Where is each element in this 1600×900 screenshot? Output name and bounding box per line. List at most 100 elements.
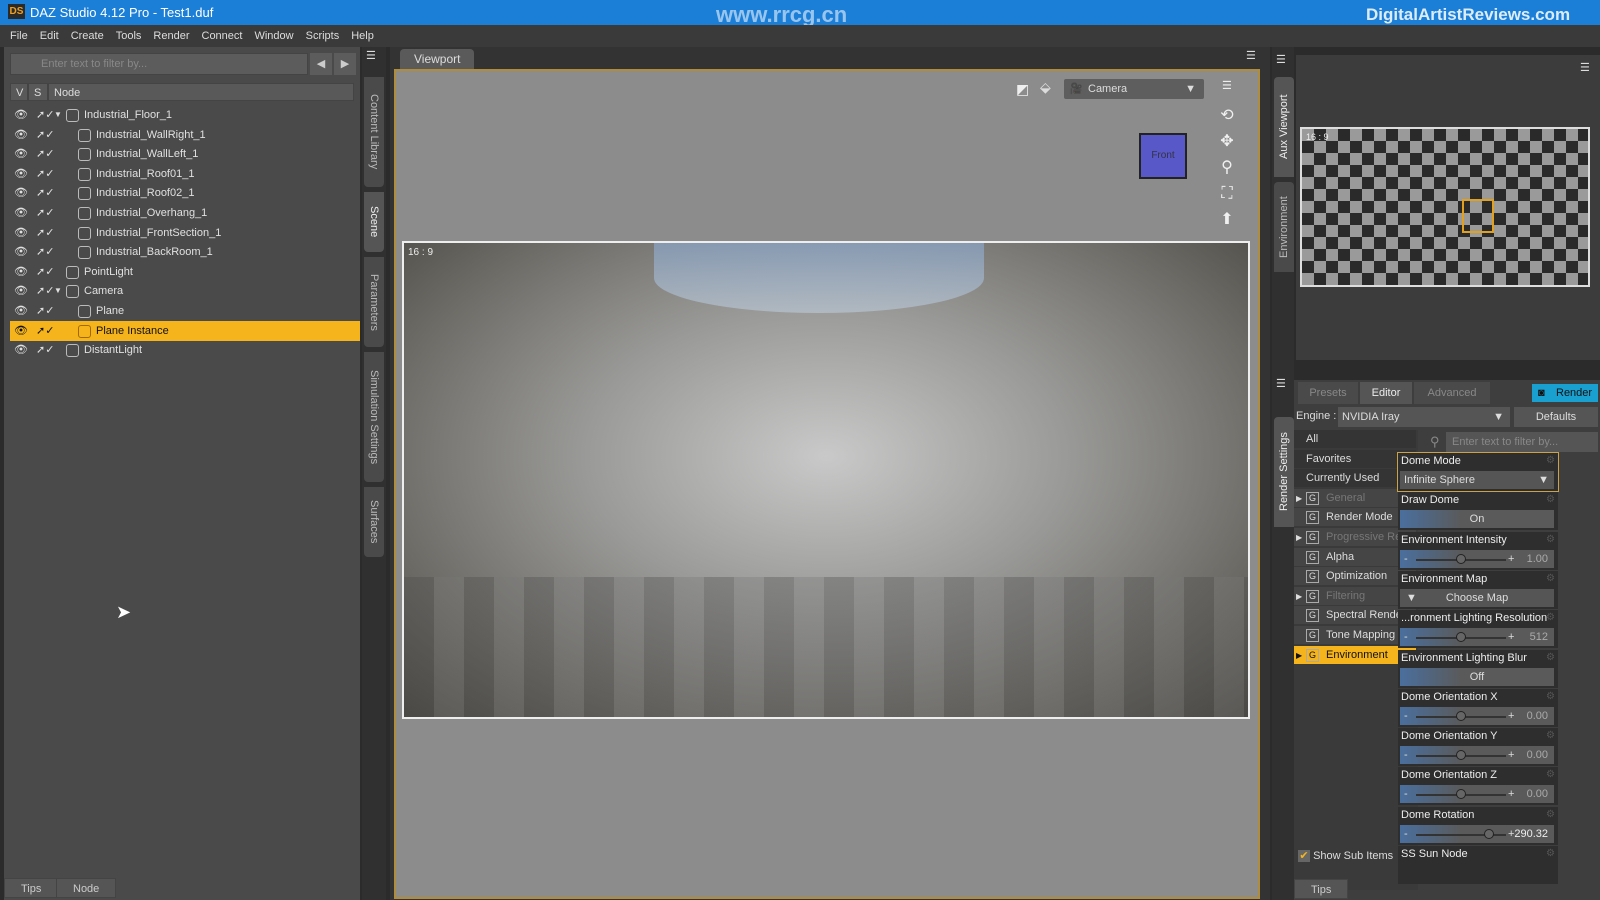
aux-menu-icon[interactable]: ☰ xyxy=(1580,61,1590,74)
dome-mode-select[interactable]: Infinite Sphere ▼ xyxy=(1400,471,1554,489)
slider-knob[interactable] xyxy=(1483,828,1494,839)
draw-style-icon[interactable]: ◩ xyxy=(1016,81,1029,98)
menu-render[interactable]: Render xyxy=(147,25,195,47)
tab-parameters[interactable]: Parameters xyxy=(364,257,384,347)
gear-icon[interactable]: ⚙ xyxy=(1546,730,1555,741)
expand-arrow-icon[interactable]: ▶ xyxy=(1296,528,1302,547)
engine-select[interactable]: NVIDIA Iray ▼ xyxy=(1338,407,1510,427)
orbit-icon[interactable]: ⟲ xyxy=(1216,105,1238,127)
selectable-cursor-icon[interactable]: ➚✓ xyxy=(36,105,54,125)
value-slider[interactable]: - +512 xyxy=(1400,628,1554,647)
visibility-eye-icon[interactable]: 👁 xyxy=(14,183,28,203)
scene-node[interactable]: 👁 ➚✓ Industrial_FrontSection_1 xyxy=(10,223,360,243)
selectable-cursor-icon[interactable]: ➚✓ xyxy=(36,144,54,164)
visibility-eye-icon[interactable]: 👁 xyxy=(14,144,28,164)
panel-menu-icon[interactable]: ☰ xyxy=(1276,377,1286,390)
forward-button[interactable]: ▶ xyxy=(334,53,356,75)
slider-value[interactable]: 290.32 xyxy=(1514,825,1548,843)
gear-icon[interactable]: ⚙ xyxy=(1546,691,1555,702)
tab-editor[interactable]: Editor xyxy=(1360,382,1412,404)
plus-icon[interactable]: + xyxy=(1508,785,1514,803)
menu-create[interactable]: Create xyxy=(65,25,110,47)
menu-file[interactable]: File xyxy=(4,25,34,47)
value-slider[interactable]: - +1.00 xyxy=(1400,549,1554,568)
scene-node[interactable]: 👁 ➚✓ ▼ Industrial_Floor_1 xyxy=(10,105,360,125)
tab-advanced[interactable]: Advanced xyxy=(1414,382,1490,404)
gear-icon[interactable]: ⚙ xyxy=(1546,809,1555,820)
visibility-eye-icon[interactable]: 👁 xyxy=(14,321,28,341)
tab-render-settings[interactable]: Render Settings xyxy=(1274,417,1294,527)
menu-window[interactable]: Window xyxy=(248,25,299,47)
scene-node[interactable]: 👁 ➚✓ Industrial_BackRoom_1 xyxy=(10,242,360,262)
visibility-eye-icon[interactable]: 👁 xyxy=(14,203,28,223)
options-menu-icon[interactable]: ☰ xyxy=(1222,79,1232,92)
slider-knob[interactable] xyxy=(1456,789,1466,800)
slider-value[interactable]: 0.00 xyxy=(1527,707,1548,725)
visibility-eye-icon[interactable]: 👁 xyxy=(14,262,28,282)
expand-arrow-icon[interactable]: ▼ xyxy=(54,281,62,301)
pan-icon[interactable]: ✥ xyxy=(1216,131,1238,153)
slider-knob[interactable] xyxy=(1456,553,1466,564)
frame-icon[interactable]: ⛶ xyxy=(1216,183,1238,205)
visibility-eye-icon[interactable]: 👁 xyxy=(14,125,28,145)
toggle-button[interactable]: Off xyxy=(1400,667,1554,686)
selectable-cursor-icon[interactable]: ➚✓ xyxy=(36,183,54,203)
selectable-cursor-icon[interactable]: ➚✓ xyxy=(36,125,54,145)
panel-menu-icon[interactable]: ☰ xyxy=(1276,53,1286,66)
gear-icon[interactable]: ⚙ xyxy=(1546,455,1555,466)
gear-icon[interactable]: ⚙ xyxy=(1546,652,1555,663)
column-selectable[interactable]: S xyxy=(28,83,48,101)
selectable-cursor-icon[interactable]: ➚✓ xyxy=(36,223,54,243)
visibility-eye-icon[interactable]: 👁 xyxy=(14,340,28,360)
back-button[interactable]: ◀ xyxy=(310,53,332,75)
gear-icon[interactable]: ⚙ xyxy=(1546,612,1555,623)
show-sub-items-checkbox[interactable]: ✔ Show Sub Items xyxy=(1298,850,1393,862)
column-node[interactable]: Node xyxy=(48,83,354,101)
minus-icon[interactable]: - xyxy=(1404,707,1408,725)
slider-value[interactable]: 512 xyxy=(1530,628,1548,646)
slider-knob[interactable] xyxy=(1456,632,1466,643)
menu-tools[interactable]: Tools xyxy=(110,25,148,47)
panel-menu-icon[interactable]: ☰ xyxy=(366,49,376,62)
tab-simulation-settings[interactable]: Simulation Settings xyxy=(364,352,384,482)
reset-view-icon[interactable]: ⬆ xyxy=(1216,209,1238,231)
value-slider[interactable]: - +0.00 xyxy=(1400,785,1554,804)
selectable-cursor-icon[interactable]: ➚✓ xyxy=(36,301,54,321)
tab-surfaces[interactable]: Surfaces xyxy=(364,487,384,557)
visibility-eye-icon[interactable]: 👁 xyxy=(14,242,28,262)
gear-icon[interactable]: ⚙ xyxy=(1546,848,1555,859)
visibility-eye-icon[interactable]: 👁 xyxy=(14,223,28,243)
minus-icon[interactable]: - xyxy=(1404,628,1408,646)
tab-tips[interactable]: Tips xyxy=(1294,879,1349,899)
selectable-cursor-icon[interactable]: ➚✓ xyxy=(36,164,54,184)
scene-node[interactable]: 👁 ➚✓ Plane xyxy=(10,301,360,321)
tab-tips[interactable]: Tips xyxy=(4,878,59,898)
scene-node[interactable]: 👁 ➚✓ Industrial_Roof02_1 xyxy=(10,183,360,203)
value-slider[interactable]: - +0.00 xyxy=(1400,706,1554,725)
tab-environment[interactable]: Environment xyxy=(1274,182,1294,272)
scene-node[interactable]: 👁 ➚✓ PointLight xyxy=(10,262,360,282)
view-cube[interactable]: Front xyxy=(1139,133,1187,179)
menu-connect[interactable]: Connect xyxy=(196,25,249,47)
tab-aux-viewport[interactable]: Aux Viewport xyxy=(1274,77,1294,177)
visibility-eye-icon[interactable]: 👁 xyxy=(14,105,28,125)
scene-node[interactable]: 👁 ➚✓ Industrial_Roof01_1 xyxy=(10,164,360,184)
aux-viewport[interactable]: ☰ 16 : 9 xyxy=(1296,55,1600,360)
expand-arrow-icon[interactable]: ▶ xyxy=(1296,587,1302,606)
minus-icon[interactable]: - xyxy=(1404,825,1408,843)
scene-node[interactable]: 👁 ➚✓ DistantLight xyxy=(10,340,360,360)
selectable-cursor-icon[interactable]: ➚✓ xyxy=(36,203,54,223)
slider-knob[interactable] xyxy=(1456,750,1466,761)
plus-icon[interactable]: + xyxy=(1508,707,1514,725)
defaults-button[interactable]: Defaults xyxy=(1514,407,1598,427)
visibility-eye-icon[interactable]: 👁 xyxy=(14,281,28,301)
tab-node[interactable]: Node xyxy=(56,878,117,898)
column-visible[interactable]: V xyxy=(10,83,28,101)
slider-value[interactable]: 1.00 xyxy=(1527,550,1548,568)
slider-value[interactable]: 0.00 xyxy=(1527,785,1548,803)
expand-arrow-icon[interactable]: ▼ xyxy=(54,105,62,125)
minus-icon[interactable]: - xyxy=(1404,785,1408,803)
expand-arrow-icon[interactable]: ▶ xyxy=(1296,646,1302,665)
plus-icon[interactable]: + xyxy=(1508,628,1514,646)
menu-scripts[interactable]: Scripts xyxy=(300,25,346,47)
